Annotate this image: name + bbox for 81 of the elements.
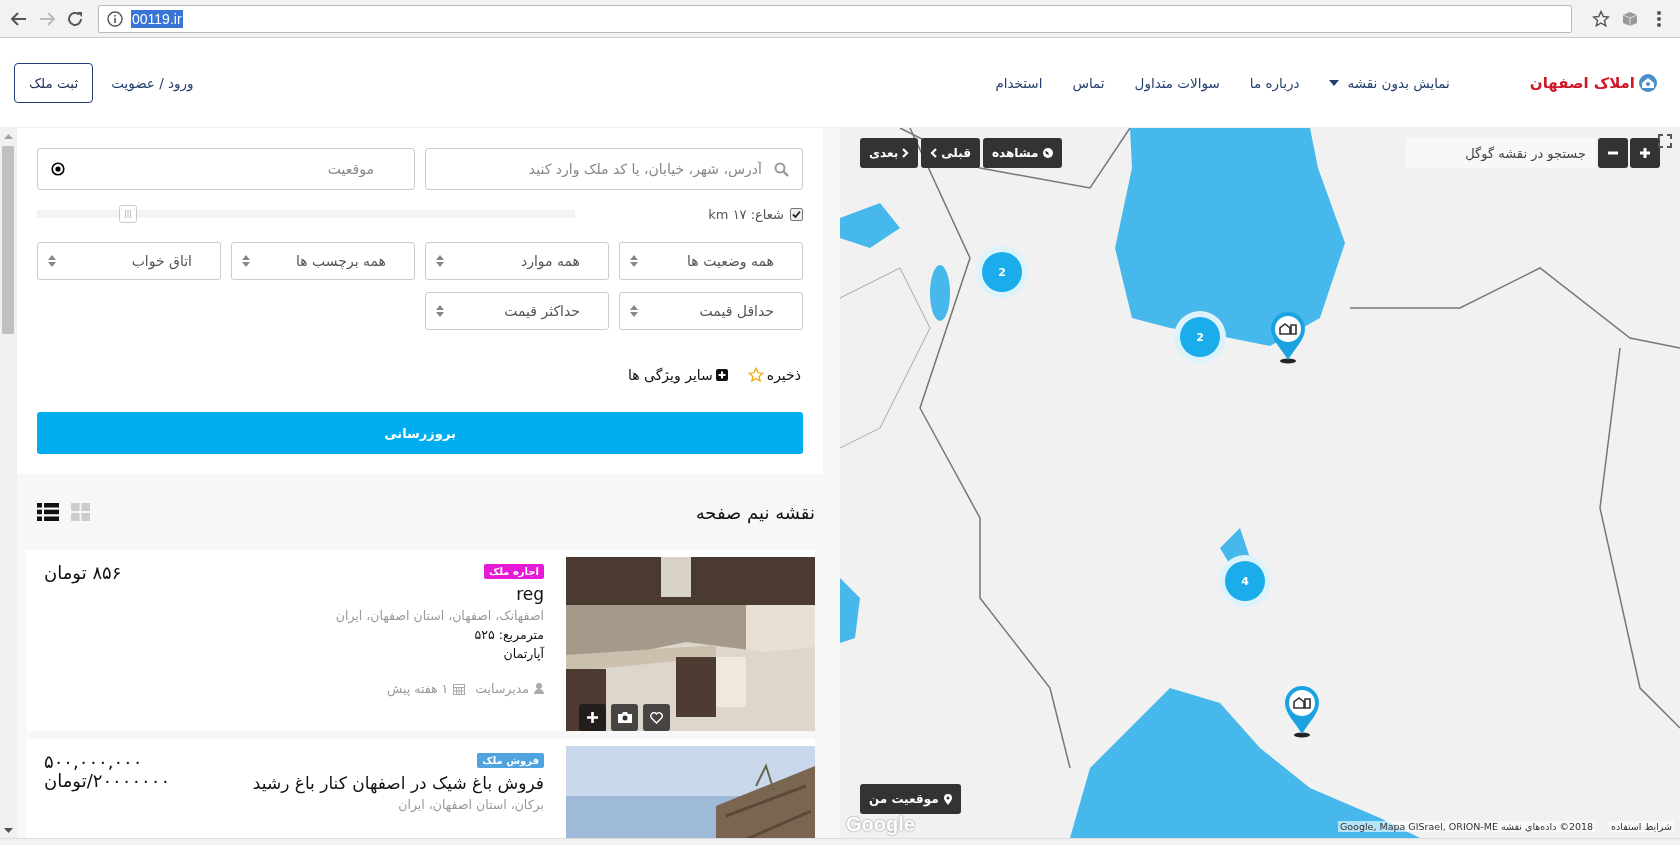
- extension-icon[interactable]: [1620, 9, 1640, 28]
- tag-label: فروش ملک: [477, 753, 544, 768]
- submit-property-button[interactable]: ثبت ملک: [14, 62, 94, 103]
- listing-type: آپارتمان: [503, 646, 544, 661]
- photos-button[interactable]: [611, 704, 638, 731]
- location-pin-icon: [943, 793, 952, 805]
- save-link[interactable]: ذخیره: [747, 367, 801, 383]
- radius-label: شعاع: ۱۷ km: [708, 206, 784, 222]
- listing-date: ۱ هفته پیش: [387, 681, 449, 696]
- radius-checkbox[interactable]: [790, 207, 803, 221]
- login-link[interactable]: ورود / عضویت: [111, 74, 194, 91]
- slider-handle[interactable]: [119, 205, 138, 223]
- address-bar[interactable]: 00119.ir: [98, 4, 1572, 33]
- globe-icon: [1042, 148, 1053, 158]
- listing-agent: مدیرسایت: [475, 681, 529, 696]
- target-icon[interactable]: [51, 162, 65, 176]
- filter-dropdown[interactable]: همه برچسب ها: [231, 242, 415, 280]
- nav-link[interactable]: سوالات متداول: [1134, 74, 1220, 91]
- sort-arrows-icon: [436, 255, 444, 267]
- filter-dropdown[interactable]: همه موارد: [425, 242, 609, 280]
- zoom-in-button[interactable]: [1630, 138, 1660, 168]
- logo-text: املاک اصفهان: [1529, 73, 1635, 92]
- nav-link[interactable]: تماس: [1072, 74, 1105, 91]
- listing-title[interactable]: reg: [516, 584, 544, 604]
- plus-square-icon: [715, 369, 728, 381]
- filter-dropdown[interactable]: حداقل قیمت: [619, 292, 803, 330]
- map-search-field[interactable]: جستجو در نقشه گوگل: [1406, 138, 1596, 168]
- house-logo-icon: [1638, 72, 1658, 93]
- url-text: 00119.ir: [131, 9, 183, 28]
- filter-dropdown[interactable]: حداکثر قیمت: [425, 292, 609, 330]
- reload-icon[interactable]: [66, 9, 84, 28]
- sort-arrows-icon: [630, 255, 638, 267]
- terms-link[interactable]: شرایط استفاده: [1609, 821, 1674, 832]
- listing-title[interactable]: فروش باغ شیک در اصفهان کنار باغ رشید: [252, 773, 544, 793]
- more-features-link[interactable]: سایر ویژگی ها: [627, 367, 728, 383]
- favorite-button[interactable]: [643, 704, 670, 731]
- address-search-field[interactable]: آدرس، شهر، خیابان، یا کد ملک وارد کنید: [425, 148, 803, 190]
- my-location-button[interactable]: موقعیت من: [860, 784, 961, 814]
- filter-dropdown[interactable]: همه وضعیت ها: [619, 242, 803, 280]
- sort-arrows-icon: [630, 305, 638, 317]
- star-icon[interactable]: [1592, 9, 1610, 28]
- sort-arrows-icon: [242, 255, 250, 267]
- filter-dropdown[interactable]: اتاق خواب: [37, 242, 221, 280]
- map-nav-button[interactable]: مشاهده: [983, 138, 1062, 168]
- map-pin-icon[interactable]: [1270, 311, 1306, 364]
- zoom-out-button[interactable]: [1598, 138, 1628, 168]
- camera-icon: [617, 712, 632, 723]
- listing-address: اصفهانک، اصفهان، استان اصفهان، ایران: [335, 608, 544, 623]
- listing-price: ۸۵۶ تومان: [44, 564, 122, 583]
- listing-price: ۵۰۰,۰۰۰,۰۰۰ ۲۰۰۰۰۰۰۰/تومان: [43, 750, 171, 794]
- nav-link[interactable]: درباره ما: [1249, 74, 1300, 91]
- calendar-icon: [453, 682, 466, 695]
- list-view-icon[interactable]: [37, 503, 59, 521]
- plus-icon: [587, 712, 598, 723]
- location-field[interactable]: موقعیت: [37, 148, 415, 190]
- add-button[interactable]: [579, 704, 606, 731]
- section-title: نقشه نیم صفحه: [695, 501, 815, 523]
- tag-label: اجاره ملک: [483, 564, 544, 579]
- star-icon: [747, 367, 764, 383]
- listing-address: برکان، استان اصفهان، ایران: [398, 797, 544, 812]
- listing-area: مترمربع: ۵۲۵: [474, 627, 544, 642]
- map-nav-button[interactable]: قبلی: [921, 138, 980, 168]
- caret-icon: [1329, 79, 1340, 86]
- map-logo: Google: [846, 813, 915, 836]
- sort-arrows-icon: [436, 305, 444, 317]
- nav-link[interactable]: نمایش بدون نقشه: [1329, 74, 1450, 91]
- map-nav-button[interactable]: بعدی: [860, 138, 919, 168]
- chevron-left-icon: [930, 148, 938, 158]
- heart-icon: [650, 711, 663, 724]
- back-icon[interactable]: [10, 9, 28, 28]
- sort-arrows-icon: [48, 255, 56, 267]
- info-icon: [107, 10, 123, 27]
- user-icon: [534, 683, 544, 694]
- map-attribution: 2018© داده‌های نقشه Google, Mapa GISrael, ORION-ME: [1337, 821, 1596, 832]
- nav-link[interactable]: استخدام: [995, 74, 1043, 91]
- fullscreen-icon[interactable]: [1658, 134, 1672, 148]
- map-pin-icon[interactable]: [1284, 685, 1320, 738]
- chevron-right-icon: [902, 148, 910, 158]
- search-icon: [774, 162, 789, 177]
- menu-icon[interactable]: [1656, 9, 1662, 28]
- plus-icon: [1639, 147, 1651, 159]
